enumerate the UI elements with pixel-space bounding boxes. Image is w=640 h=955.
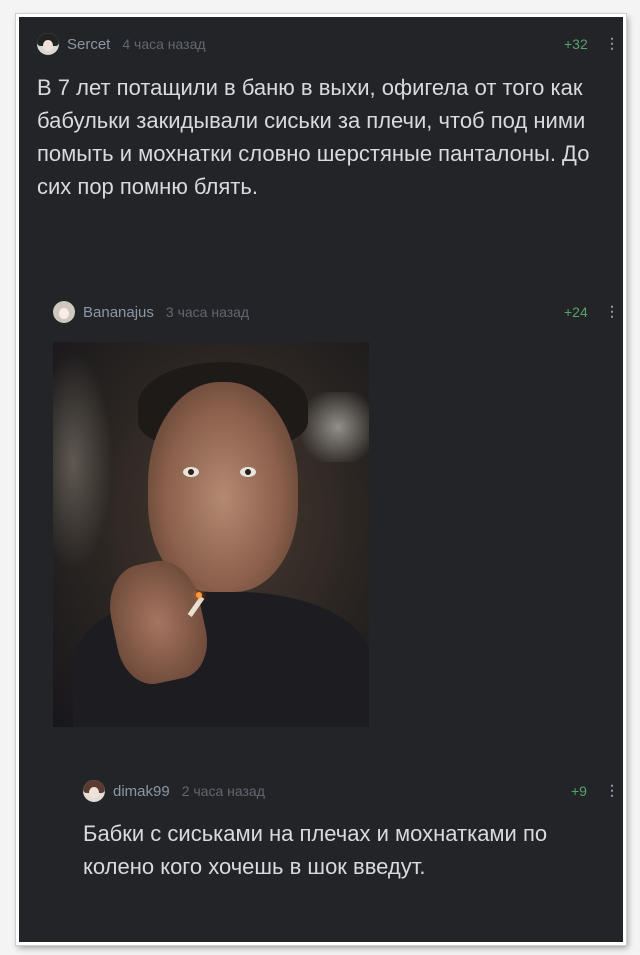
comment-score: +32 <box>564 36 588 52</box>
timestamp: 2 часа назад <box>181 783 265 799</box>
username[interactable]: Sercet <box>67 36 110 53</box>
more-vertical-icon[interactable]: ⋮ <box>605 782 619 799</box>
comment-text: В 7 лет потащили в баню в выхи, офигела … <box>37 75 590 199</box>
more-vertical-icon[interactable]: ⋮ <box>605 303 619 320</box>
username[interactable]: dimak99 <box>113 783 170 800</box>
timestamp: 4 часа назад <box>122 36 206 52</box>
avatar-icon[interactable] <box>53 301 75 323</box>
timestamp: 3 часа назад <box>165 304 250 320</box>
avatar-icon[interactable] <box>37 33 59 55</box>
comment-score: +9 <box>571 783 587 799</box>
comment-image[interactable] <box>53 342 369 727</box>
comment-header-sercet: Sercet 4 часа назад <box>37 33 206 55</box>
comment-score: +24 <box>564 304 588 320</box>
more-vertical-icon[interactable]: ⋮ <box>605 35 619 52</box>
comment-thread-screenshot: Sercet 4 часа назад +32 ⋮ В 7 лет потащи… <box>16 14 626 945</box>
comment-header-dimak99: dimak99 2 часа назад <box>83 780 265 802</box>
comment-header-bananajus: Bananajus 3 часа назад <box>53 301 249 323</box>
username[interactable]: Bananajus <box>83 304 154 321</box>
comment-text: Бабки с сиськами на плечах и мохнатками … <box>83 821 548 879</box>
avatar-icon[interactable] <box>83 780 105 802</box>
